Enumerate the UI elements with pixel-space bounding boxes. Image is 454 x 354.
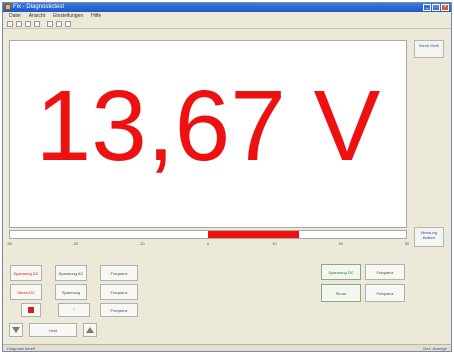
- hold-button[interactable]: Hold: [29, 323, 77, 337]
- status-bar: Diagnose bereit Dez. Anzeige: [3, 344, 451, 351]
- ac-voltage-button[interactable]: Spannung AC: [55, 265, 87, 281]
- status-right: Dez. Anzeige: [423, 346, 447, 351]
- measurement-value: 13,67 V: [35, 70, 381, 182]
- bargraph-tick-label: 30: [404, 241, 410, 246]
- menu-settings[interactable]: Einstellungen: [53, 12, 83, 20]
- menu-multi-button[interactable]: Menü Multi: [414, 40, 444, 58]
- window-title: Fix - Diagnostictest: [13, 4, 65, 10]
- bargraph-scale: -30 -20 -10 0 10 20 30: [6, 241, 410, 249]
- maximize-button[interactable]: □: [432, 4, 440, 11]
- bargraph-tick-label: 0: [206, 241, 210, 246]
- menu-bar: Datei Ansicht Einstellungen Hilfe: [3, 12, 451, 20]
- frequency-button-1[interactable]: Frequenz: [100, 265, 138, 281]
- dc-voltage-button[interactable]: Spannung DC: [10, 265, 42, 281]
- open-icon[interactable]: [16, 21, 22, 27]
- bargraph-fill: [208, 231, 300, 238]
- close-button[interactable]: ×: [441, 4, 449, 11]
- menu-file[interactable]: Datei: [9, 12, 21, 20]
- right-dc-voltage-button[interactable]: Spannung DC: [321, 264, 361, 280]
- frequency-button-3[interactable]: Frequenz: [100, 303, 138, 317]
- right-current-button[interactable]: Strom: [321, 284, 361, 302]
- menu-help[interactable]: Hilfe: [91, 12, 101, 20]
- toolbar: [3, 20, 451, 29]
- info-icon[interactable]: [65, 21, 71, 27]
- record-icon[interactable]: [21, 303, 41, 317]
- bargraph-tick-label: -20: [72, 241, 79, 246]
- zero-button[interactable]: ◦: [58, 303, 90, 317]
- bargraph: [9, 230, 407, 239]
- title-bar: Fix - Diagnostictest _ □ ×: [3, 3, 451, 12]
- voltage-button[interactable]: Spannung: [55, 284, 87, 300]
- right-frequency-button-1[interactable]: Frequenz: [365, 264, 405, 280]
- measurement-bar-button[interactable]: Messung Balken: [414, 227, 444, 247]
- settings-icon[interactable]: [56, 21, 62, 27]
- menu-view[interactable]: Ansicht: [29, 12, 45, 20]
- app-window: Fix - Diagnostictest _ □ × Datei Ansicht…: [2, 2, 452, 352]
- arrow-up-icon[interactable]: [83, 323, 97, 337]
- dc-current-button[interactable]: Strom DC: [10, 284, 42, 300]
- new-icon[interactable]: [7, 21, 13, 27]
- record-icon[interactable]: [47, 21, 53, 27]
- app-icon: [5, 4, 11, 10]
- print-icon[interactable]: [34, 21, 40, 27]
- bargraph-tick-label: -10: [138, 241, 145, 246]
- right-frequency-button-2[interactable]: Frequenz: [365, 284, 405, 302]
- status-left: Diagnose bereit: [7, 346, 36, 351]
- bargraph-tick-label: 20: [338, 241, 343, 246]
- save-icon[interactable]: [25, 21, 31, 27]
- frequency-button-2[interactable]: Frequenz: [100, 284, 138, 300]
- arrow-down-icon[interactable]: [9, 323, 23, 337]
- measurement-display: 13,67 V: [9, 40, 407, 228]
- minimize-button[interactable]: _: [423, 4, 431, 11]
- bargraph-tick-label: 10: [272, 241, 277, 246]
- bargraph-tick-label: -30: [6, 241, 12, 246]
